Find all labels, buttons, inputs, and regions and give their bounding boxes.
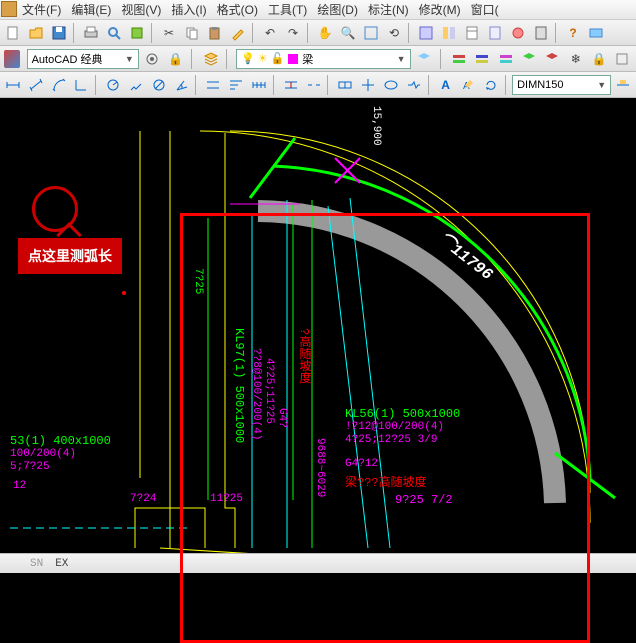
dimstyle-combo[interactable]: DIMN150 ▼ xyxy=(512,75,611,95)
dim-aligned-button[interactable] xyxy=(25,74,47,96)
left-val: 12 xyxy=(13,480,26,492)
dimstyle-value: DIMN150 xyxy=(517,79,563,91)
match-button[interactable] xyxy=(227,22,249,44)
dim-quick-button[interactable] xyxy=(202,74,224,96)
menu-format[interactable]: 格式(O) xyxy=(217,1,258,18)
preview-button[interactable] xyxy=(103,22,125,44)
standard-toolbar: ✂ ↶ ↷ ✋ 🔍 ⟲ ? xyxy=(0,20,636,46)
workspace-value: AutoCAD 经典 xyxy=(32,51,103,67)
help-button[interactable]: ? xyxy=(562,22,584,44)
autocad-logo-icon xyxy=(4,50,20,68)
new-button[interactable] xyxy=(2,22,24,44)
markup-button[interactable] xyxy=(507,22,529,44)
properties-button[interactable] xyxy=(415,22,437,44)
layer-lock-button[interactable]: 🔒 xyxy=(589,48,608,70)
workspace-lock-button[interactable]: 🔒 xyxy=(166,48,185,70)
dim-edit-button[interactable]: A xyxy=(435,74,457,96)
layer-color-swatch xyxy=(288,54,298,64)
menu-view[interactable]: 视图(V) xyxy=(121,1,161,18)
undo-button[interactable]: ↶ xyxy=(259,22,281,44)
dim-space-button[interactable] xyxy=(280,74,302,96)
workspace-layer-row: AutoCAD 经典 ▼ 🔒 💡 ☀ 🔓 梁 ▼ ❄ 🔒 xyxy=(0,46,636,72)
plot-button[interactable] xyxy=(80,22,102,44)
tool-palette-button[interactable] xyxy=(461,22,483,44)
dim-continue-button[interactable] xyxy=(248,74,270,96)
dim-joglin-button[interactable] xyxy=(403,74,425,96)
status-ex[interactable]: EX xyxy=(55,558,68,570)
layer-combo[interactable]: 💡 ☀ 🔓 梁 ▼ xyxy=(236,49,411,69)
menu-tools[interactable]: 工具(T) xyxy=(268,1,307,18)
layer-state2-button[interactable] xyxy=(473,48,492,70)
zoom-rt-button[interactable]: 🔍 xyxy=(337,22,359,44)
dim-ord-button[interactable] xyxy=(70,74,92,96)
dim-radius-button[interactable] xyxy=(102,74,124,96)
dc-button[interactable] xyxy=(438,22,460,44)
menu-modify[interactable]: 修改(M) xyxy=(419,1,461,18)
menu-file[interactable]: 文件(F) xyxy=(22,1,61,18)
chevron-down-icon: ▼ xyxy=(125,54,134,64)
chevron-down-icon: ▼ xyxy=(597,80,606,90)
sun-icon: ☀ xyxy=(258,52,268,65)
dim-center-button[interactable] xyxy=(357,74,379,96)
dim-break-button[interactable] xyxy=(303,74,325,96)
dim-diameter-button[interactable] xyxy=(148,74,170,96)
cut-button[interactable]: ✂ xyxy=(158,22,180,44)
zoom-prev-button[interactable]: ⟲ xyxy=(383,22,405,44)
copy-button[interactable] xyxy=(181,22,203,44)
top-dim: 15,900 xyxy=(370,106,382,146)
menu-window[interactable]: 窗口( xyxy=(471,1,499,18)
dim-arc-button[interactable] xyxy=(48,74,70,96)
zoom-window-button[interactable] xyxy=(360,22,382,44)
dim-baseline-button[interactable] xyxy=(225,74,247,96)
workspace-combo[interactable]: AutoCAD 经典 ▼ xyxy=(27,49,139,69)
layer-manager-button[interactable] xyxy=(201,48,220,70)
menu-edit[interactable]: 编辑(E) xyxy=(71,1,111,18)
bulb-icon: 💡 xyxy=(241,52,255,65)
dim-update-button[interactable] xyxy=(480,74,502,96)
redo-button[interactable]: ↷ xyxy=(282,22,304,44)
lock-open-icon: 🔓 xyxy=(271,52,285,65)
dimstyle-manager-button[interactable] xyxy=(612,74,634,96)
left-beam-label: 53(1) 400x1000 xyxy=(10,434,111,448)
layer-prev-button[interactable] xyxy=(415,48,434,70)
calc-button[interactable] xyxy=(530,22,552,44)
palette-toggle-button[interactable] xyxy=(585,22,607,44)
dim-tolerance-button[interactable] xyxy=(334,74,356,96)
chevron-down-icon: ▼ xyxy=(397,54,406,64)
save-button[interactable] xyxy=(48,22,70,44)
layer-off-button[interactable] xyxy=(543,48,562,70)
dimension-toolbar: A A DIMN150 ▼ xyxy=(0,72,636,98)
layer-more-button[interactable] xyxy=(613,48,632,70)
status-snap[interactable]: SN xyxy=(30,558,43,570)
layer-state3-button[interactable] xyxy=(496,48,515,70)
dim-jog-button[interactable] xyxy=(125,74,147,96)
left-rebar1: 100/200(4) xyxy=(10,448,76,460)
open-button[interactable] xyxy=(25,22,47,44)
paste-button[interactable] xyxy=(204,22,226,44)
menu-dimension[interactable]: 标注(N) xyxy=(368,1,409,18)
layer-iso-button[interactable] xyxy=(519,48,538,70)
dim-inspect-button[interactable] xyxy=(380,74,402,96)
annotation-box xyxy=(180,213,590,643)
left-rebar2: 5;7?25 xyxy=(10,461,50,473)
menu-draw[interactable]: 绘图(D) xyxy=(317,1,358,18)
publish-button[interactable] xyxy=(126,22,148,44)
dim-linear-button[interactable] xyxy=(2,74,24,96)
menu-insert[interactable]: 插入(I) xyxy=(171,1,206,18)
layer-state1-button[interactable] xyxy=(449,48,468,70)
drawing-canvas[interactable]: 点这里测弧长 ⌒11796 KL97(1) 500x1000 ??8 xyxy=(0,98,636,553)
workspace-settings-button[interactable] xyxy=(143,48,162,70)
layer-name: 梁 xyxy=(302,51,313,67)
bottom-dim1: 7?24 xyxy=(130,493,156,505)
pan-button[interactable]: ✋ xyxy=(314,22,336,44)
dim-tedit-button[interactable]: A xyxy=(457,74,479,96)
sheet-set-button[interactable] xyxy=(484,22,506,44)
layer-freeze-button[interactable]: ❄ xyxy=(566,48,585,70)
menu-bar: 文件(F) 编辑(E) 视图(V) 插入(I) 格式(O) 工具(T) 绘图(D… xyxy=(0,0,636,20)
dim-angular-button[interactable] xyxy=(171,74,193,96)
